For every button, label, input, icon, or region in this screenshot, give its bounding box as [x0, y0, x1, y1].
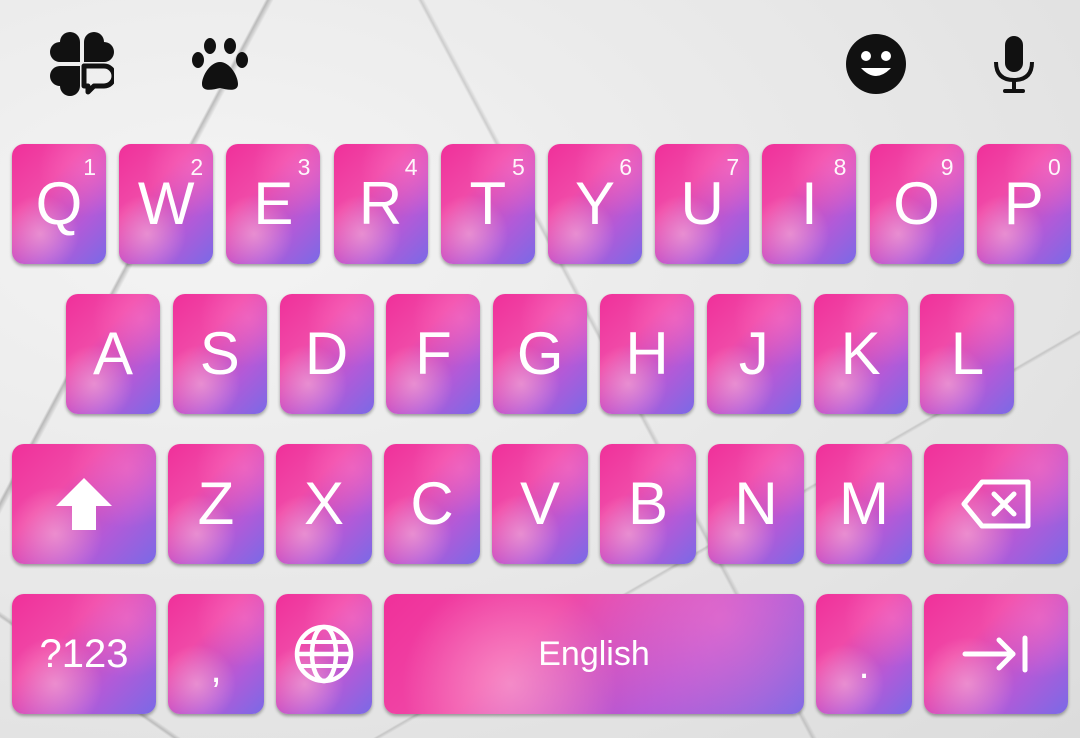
key-letter: R — [358, 170, 403, 237]
key-letter: S — [199, 320, 240, 387]
symbols-label: ?123 — [39, 631, 129, 676]
key-letter: O — [893, 170, 940, 237]
key-number-hint: 0 — [1048, 154, 1061, 180]
key-s[interactable]: S — [172, 294, 267, 414]
key-letter: M — [839, 470, 889, 537]
globe-icon — [294, 624, 354, 684]
clover-icon[interactable] — [50, 32, 114, 96]
key-letter: C — [410, 470, 454, 537]
key-letter: B — [627, 470, 669, 537]
key-letter: P — [1003, 170, 1044, 237]
key-h[interactable]: H — [600, 294, 694, 414]
key-letter: F — [415, 320, 452, 387]
key-k[interactable]: K — [813, 294, 908, 414]
key-number-hint: 2 — [190, 154, 204, 180]
backspace-icon — [961, 479, 1031, 529]
key-number-hint: 9 — [940, 154, 954, 180]
key-letter: X — [303, 470, 345, 537]
space-bar[interactable]: English — [384, 594, 804, 714]
key-number-hint: 1 — [83, 154, 96, 180]
key-letter: U — [680, 170, 724, 237]
key-i[interactable]: I8 — [762, 144, 857, 264]
key-number-hint: 6 — [619, 154, 632, 180]
key-letter: W — [137, 170, 195, 237]
key-o[interactable]: O9 — [869, 144, 964, 264]
shift-key[interactable] — [12, 444, 156, 564]
key-j[interactable]: J — [706, 294, 801, 414]
comma-key[interactable]: , — [168, 594, 264, 714]
key-l[interactable]: L — [920, 294, 1015, 414]
key-w[interactable]: W2 — [119, 144, 214, 264]
space-bar-label: English — [538, 634, 650, 673]
emoji-icon[interactable] — [844, 32, 908, 96]
key-letter: E — [253, 170, 294, 237]
key-letter: N — [734, 470, 778, 537]
key-e[interactable]: E3 — [226, 144, 321, 264]
comma-label: , — [210, 647, 222, 691]
key-letter: T — [469, 170, 507, 237]
key-g[interactable]: G — [493, 294, 588, 414]
key-number-hint: 7 — [726, 154, 740, 180]
key-v[interactable]: V — [492, 444, 588, 564]
key-m[interactable]: M — [816, 444, 912, 564]
key-x[interactable]: X — [276, 444, 372, 564]
key-number-hint: 5 — [512, 154, 525, 180]
key-letter: G — [516, 320, 564, 387]
key-r[interactable]: R4 — [333, 144, 428, 264]
paw-icon[interactable] — [188, 32, 252, 96]
key-letter: I — [801, 170, 818, 237]
key-d[interactable]: D — [279, 294, 374, 414]
key-number-hint: 3 — [297, 154, 311, 180]
key-u[interactable]: U7 — [655, 144, 750, 264]
enter-key[interactable] — [924, 594, 1068, 714]
key-letter: V — [519, 470, 561, 537]
tab-arrow-icon — [962, 635, 1028, 673]
key-letter: K — [840, 320, 881, 387]
key-number-hint: 4 — [404, 154, 418, 180]
key-p[interactable]: P0 — [976, 144, 1071, 264]
key-letter: Y — [574, 170, 616, 237]
key-letter: L — [950, 320, 985, 387]
language-key[interactable] — [276, 594, 372, 714]
key-f[interactable]: F — [386, 294, 481, 414]
period-key[interactable]: . — [816, 594, 912, 714]
key-letter: A — [92, 320, 134, 387]
backspace-key[interactable] — [924, 444, 1068, 564]
key-t[interactable]: T5 — [440, 144, 535, 264]
shift-arrow-icon — [56, 478, 112, 530]
key-letter: J — [738, 320, 769, 387]
key-b[interactable]: B — [600, 444, 696, 564]
key-a[interactable]: A — [66, 294, 160, 414]
microphone-icon[interactable] — [982, 32, 1046, 96]
key-q[interactable]: Q1 — [12, 144, 106, 264]
key-letter: Q — [35, 170, 83, 237]
key-letter: D — [304, 320, 349, 387]
key-letter: Z — [197, 470, 235, 537]
key-n[interactable]: N — [708, 444, 804, 564]
key-letter: H — [625, 320, 669, 387]
symbols-key[interactable]: ?123 — [12, 594, 156, 714]
period-label: . — [858, 643, 870, 687]
key-c[interactable]: C — [384, 444, 480, 564]
key-z[interactable]: Z — [168, 444, 264, 564]
key-number-hint: 8 — [833, 154, 847, 180]
key-y[interactable]: Y6 — [548, 144, 642, 264]
